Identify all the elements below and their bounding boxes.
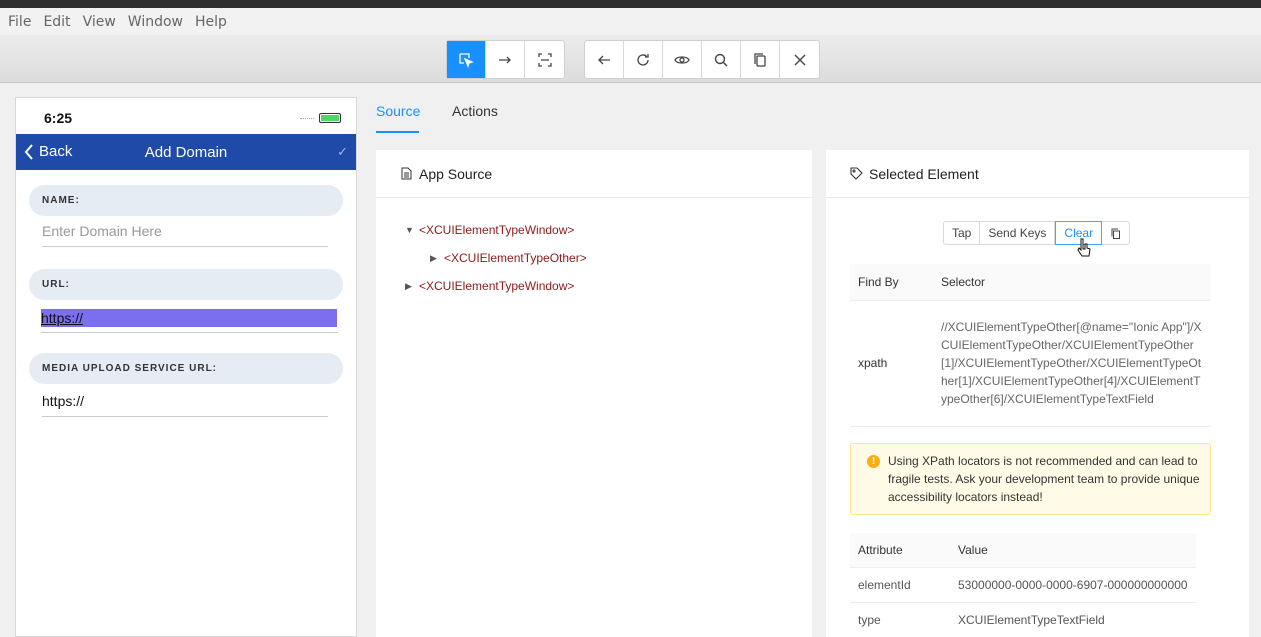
menu-file[interactable]: File [8,14,31,30]
menubar: File Edit View Window Help [0,8,1261,35]
find-by-table: Find By Selector xpath //XCUIElementType… [850,264,1211,427]
media-url-field[interactable]: https:// [42,393,328,417]
element-actions: Tap Send Keys Clear [943,221,1131,245]
tap-coordinates-icon [537,52,552,67]
selector-text: //XCUIElementTypeOther[@name="Ionic App"… [941,320,1202,406]
url-field[interactable]: https:// [41,309,338,333]
selected-element-title: Selected Element [869,165,979,182]
tap-coordinates-button[interactable] [525,41,564,78]
attribute-name: elementId [850,567,950,603]
checkmark-icon[interactable]: ✓ [337,144,348,160]
battery-icon [319,113,341,123]
menu-edit[interactable]: Edit [43,14,70,30]
caret-right-icon[interactable]: ▶ [430,253,444,264]
name-field-header: NAME: [29,185,343,216]
media-url-field-header: MEDIA UPLOAD SERVICE URL: [29,353,343,384]
select-elements-icon [459,52,474,68]
attribute-value: XCUIElementTypeTextField [950,602,1196,637]
search-icon [714,53,728,66]
select-elements-button[interactable] [447,41,486,78]
caret-down-icon[interactable]: ▼ [405,225,419,235]
table-row: type XCUIElementTypeTextField [850,602,1196,637]
tree-node[interactable]: ▶ <XCUIElementTypeWindow> [405,279,574,293]
copy-attributes-button[interactable] [1102,222,1129,244]
xpath-warning: ! Using XPath locators is not recommende… [850,443,1211,515]
value-header: Value [950,533,1196,568]
url-field-value-selected: https:// [41,309,337,327]
warning-text: Using XPath locators is not recommended … [888,454,1200,504]
status-bar: 6:25 [16,98,356,134]
app-navbar: Back Add Domain ✓ [16,134,356,170]
tree-node-label: <XCUIElementTypeOther> [444,251,587,265]
signal-icon [300,118,314,122]
app-source-header: App Source [376,150,812,198]
app-page-title: Add Domain [144,144,228,161]
menu-view[interactable]: View [83,14,116,30]
device-screenshot[interactable]: 6:25 Back Add Domain ✓ NAME: Enter Domai… [15,97,357,637]
menu-help[interactable]: Help [195,14,227,30]
refresh-icon [637,53,649,66]
name-field[interactable]: Enter Domain Here [42,223,328,247]
tree-node-label: <XCUIElementTypeWindow> [419,223,575,237]
refresh-button[interactable] [624,41,663,78]
active-tab-indicator [376,131,419,133]
mode-button-group [446,40,565,79]
copy-icon [1111,228,1121,240]
status-time: 6:25 [44,110,73,126]
name-field-placeholder: Enter Domain Here [42,223,162,239]
quit-session-button[interactable] [780,41,819,78]
attribute-value: 53000000-0000-0000-6907-000000000000 [950,567,1196,603]
selected-element-header: Selected Element [826,150,1249,198]
back-arrow-icon [598,55,610,64]
find-by-header: Find By [850,264,933,301]
selector-value[interactable]: //XCUIElementTypeOther[@name="Ionic App"… [933,300,1211,427]
media-url-field-value: https:// [42,393,85,409]
tree-node[interactable]: ▼ <XCUIElementTypeWindow> [405,223,574,237]
send-keys-button[interactable]: Send Keys [980,222,1056,244]
warning-icon: ! [867,455,880,468]
app-source-title: App Source [419,165,493,182]
swipe-arrow-icon [499,56,511,63]
swipe-button[interactable] [486,41,525,78]
attribute-header: Attribute [850,533,950,568]
file-icon [401,167,412,180]
tab-source[interactable]: Source [376,103,420,119]
copy-xml-button[interactable] [741,41,780,78]
nav-button-group [584,40,820,79]
tab-actions[interactable]: Actions [452,103,498,119]
mouse-pointer-icon [1077,238,1091,257]
caret-right-icon[interactable]: ▶ [405,281,419,292]
window-top-strip [0,0,1261,8]
tree-node-label: <XCUIElementTypeWindow> [419,279,575,293]
menu-window[interactable]: Window [128,14,183,30]
back-button[interactable] [585,41,624,78]
toolbar [0,35,1261,83]
url-field-header: URL: [29,269,343,300]
table-row: xpath //XCUIElementTypeOther[@name="Ioni… [850,300,1211,427]
eye-icon [674,55,690,64]
attributes-table: Attribute Value elementId 53000000-0000-… [850,533,1196,637]
tree-node[interactable]: ▶ <XCUIElementTypeOther> [430,251,587,265]
find-by-value: xpath [850,300,933,427]
attribute-name: type [850,602,950,637]
tag-icon [850,167,863,180]
selector-header: Selector [933,264,1211,301]
tap-button[interactable]: Tap [944,222,981,244]
close-icon [794,54,805,65]
show-attributes-button[interactable] [663,41,702,78]
copy-icon [754,52,766,67]
search-button[interactable] [702,41,741,78]
table-row: elementId 53000000-0000-0000-6907-000000… [850,567,1196,603]
